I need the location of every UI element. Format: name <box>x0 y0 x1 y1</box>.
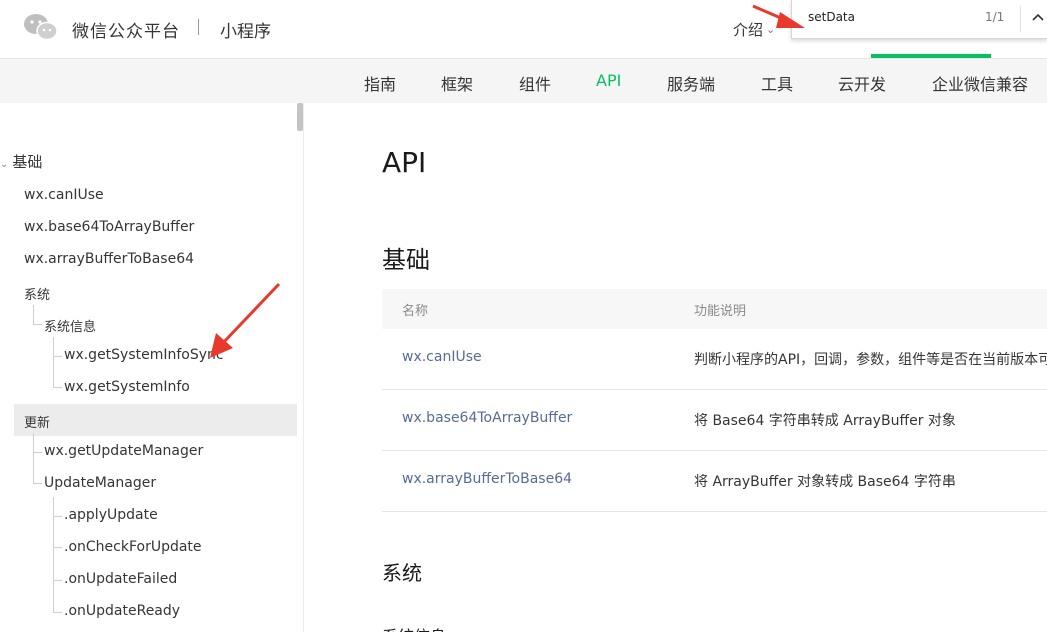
tree-line <box>33 305 42 325</box>
table-row: wx.base64ToArrayBuffer 将 Base64 字符串转成 Ar… <box>382 390 1047 451</box>
api-sidebar: ⌄ 基础 wx.canIUse wx.base64ToArrayBuffer wx… <box>0 103 304 632</box>
sidebar-section-basics[interactable]: ⌄ 基础 <box>0 151 42 172</box>
find-divider <box>1020 6 1021 32</box>
tree-line <box>33 433 42 453</box>
api-link-arrayBufferToBase64[interactable]: wx.arrayBufferToBase64 <box>402 471 572 487</box>
tree-line <box>53 497 62 517</box>
main-content: API 基础 名称 功能说明 wx.canIUse 判断小程序的API，回调，参… <box>304 103 1047 632</box>
wechat-logo-icon <box>24 14 58 41</box>
caret-down-icon: ⌄ <box>0 159 9 170</box>
table-row: wx.canIUse 判断小程序的API，回调，参数，组件等是否在当前版本可用 <box>382 329 1047 390</box>
section-title-system: 系统 <box>382 561 422 585</box>
product-name[interactable]: 小程序 <box>220 17 271 42</box>
sidebar-item-arrayBufferToBase64[interactable]: wx.arrayBufferToBase64 <box>24 251 194 267</box>
api-link-base64ToArrayBuffer[interactable]: wx.base64ToArrayBuffer <box>402 410 572 426</box>
brand-divider <box>198 19 199 35</box>
table-header: 名称 功能说明 <box>382 289 1047 329</box>
find-match-count: 1/1 <box>985 10 1005 24</box>
tree-line <box>53 356 62 388</box>
column-header-name: 名称 <box>402 304 429 319</box>
sidebar-item-onCheckForUpdate[interactable]: .onCheckForUpdate <box>64 539 202 555</box>
nav-item-guide[interactable]: 指南 <box>364 71 396 95</box>
nav-item-framework[interactable]: 框架 <box>441 71 473 95</box>
sidebar-hover-highlight <box>14 404 297 436</box>
page-title: API <box>382 146 427 179</box>
api-table: 名称 功能说明 wx.canIUse 判断小程序的API，回调，参数，组件等是否… <box>382 289 1047 512</box>
chevron-down-icon: ⌄ <box>766 23 776 36</box>
sidebar-item-base64ToArrayBuffer[interactable]: wx.base64ToArrayBuffer <box>24 219 194 235</box>
tree-line <box>53 547 62 581</box>
sidebar-item-system[interactable]: 系统 <box>24 284 50 303</box>
nav-item-tools[interactable]: 工具 <box>761 71 793 95</box>
column-header-description: 功能说明 <box>694 304 747 319</box>
nav-item-wework[interactable]: 企业微信兼容 <box>932 71 1028 95</box>
api-description: 将 Base64 字符串转成 ArrayBuffer 对象 <box>694 413 956 429</box>
sidebar-scrollbar[interactable] <box>297 103 303 131</box>
intro-label: 介绍 <box>733 21 764 39</box>
active-indicator <box>871 54 991 58</box>
sidebar-item-applyUpdate[interactable]: .applyUpdate <box>64 507 158 523</box>
nav-item-server[interactable]: 服务端 <box>667 71 715 95</box>
tree-line <box>53 580 62 613</box>
intro-menu[interactable]: 介绍 ⌄ <box>733 19 775 40</box>
api-link-canIUse[interactable]: wx.canIUse <box>402 349 482 365</box>
sidebar-item-onUpdateReady[interactable]: .onUpdateReady <box>64 603 180 619</box>
nav-item-components[interactable]: 组件 <box>519 71 551 95</box>
sidebar-item-system-info[interactable]: 系统信息 <box>44 316 96 335</box>
tree-line <box>53 337 62 357</box>
sidebar-section-label: 基础 <box>12 153 43 171</box>
nav-item-api[interactable]: API <box>596 71 621 90</box>
sidebar-item-canIUse[interactable]: wx.canIUse <box>24 187 104 203</box>
nav-item-cloud[interactable]: 云开发 <box>838 71 886 95</box>
sidebar-item-update[interactable]: 更新 <box>24 412 50 431</box>
sidebar-item-getSystemInfo[interactable]: wx.getSystemInfo <box>64 379 190 395</box>
api-description: 判断小程序的API，回调，参数，组件等是否在当前版本可用 <box>694 352 1047 368</box>
browser-find-bar: setData 1/1 <box>791 0 1047 39</box>
brand-name[interactable]: 微信公众平台 <box>72 17 180 42</box>
tree-line <box>33 452 42 484</box>
chevron-up-icon[interactable] <box>1028 8 1047 28</box>
section-title-basics: 基础 <box>382 246 430 274</box>
section-title-system-info: 系统信息 <box>382 623 446 632</box>
main-nav: 指南 框架 组件 API 服务端 工具 云开发 企业微信兼容 <box>0 59 1047 103</box>
sidebar-item-getSystemInfoSync[interactable]: wx.getSystemInfoSync <box>64 347 224 363</box>
api-description: 将 ArrayBuffer 对象转成 Base64 字符串 <box>694 474 956 490</box>
table-row: wx.arrayBufferToBase64 将 ArrayBuffer 对象转… <box>382 451 1047 512</box>
find-input[interactable]: setData <box>808 10 855 24</box>
sidebar-item-getUpdateManager[interactable]: wx.getUpdateManager <box>44 443 203 459</box>
sidebar-item-UpdateManager[interactable]: UpdateManager <box>44 475 156 491</box>
tree-line <box>53 516 62 548</box>
sidebar-item-onUpdateFailed[interactable]: .onUpdateFailed <box>64 571 177 587</box>
